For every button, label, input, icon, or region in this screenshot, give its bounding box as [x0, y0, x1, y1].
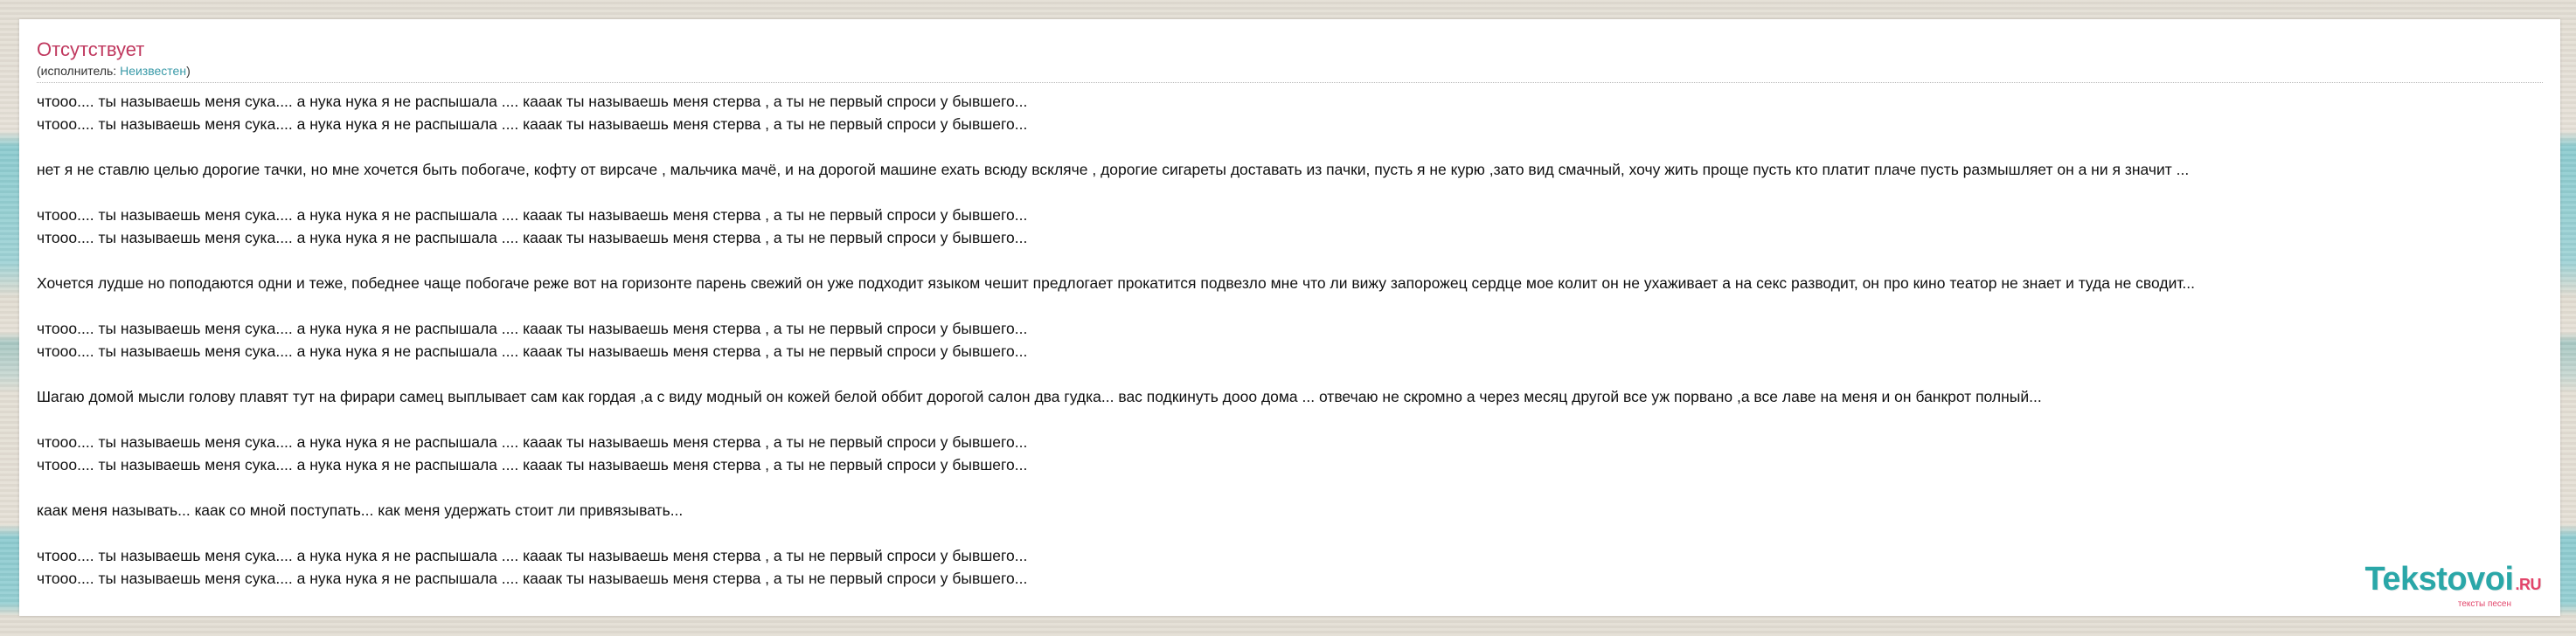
stanza-gap [37, 135, 2543, 158]
lyric-line: чтооо.... ты называешь меня сука.... а н… [37, 229, 1028, 246]
logo-tld: .RU [2515, 576, 2542, 593]
lyrics-panel: Отсутствует (исполнитель: Неизвестен) чт… [19, 19, 2560, 616]
stanza-gap [37, 476, 2543, 499]
performer-link[interactable]: Неизвестен [120, 64, 186, 78]
stanza-gap [37, 408, 2543, 431]
performer-prefix: (исполнитель: [37, 64, 121, 78]
title-divider [37, 82, 2543, 83]
stanza-gap [37, 363, 2543, 385]
lyric-line: чтооо.... ты называешь меня сука.... а н… [37, 547, 1028, 564]
performer-suffix: ) [186, 64, 191, 78]
lyric-line: чтооо.... ты называешь меня сука.... а н… [37, 570, 1028, 587]
lyric-line: каак меня называть... кaак со мной посту… [37, 501, 684, 519]
lyric-line: Хочется лудше но поподаются одни и теже,… [37, 274, 2196, 292]
lyric-line: Шагаю домой мысли голову плавят тут на ф… [37, 388, 2042, 405]
page-background: { "song": { "title": "Отсутствует", "per… [0, 0, 2576, 636]
lyric-line: чтооо.... ты называешь меня сука.... а н… [37, 206, 1028, 224]
stanza-gap [37, 294, 2543, 317]
performer-line: (исполнитель: Неизвестен) [37, 63, 2543, 79]
site-logo[interactable]: Tekstovoi .RU тексты песен [2364, 562, 2541, 609]
stanza-gap [37, 181, 2543, 204]
lyric-line: чтооо.... ты называешь меня сука.... а н… [37, 320, 1028, 337]
lyric-line: чтооо.... ты называешь меня сука.... а н… [37, 93, 1028, 110]
lyric-line: нет я не ставлю целью дорогие тачки, но … [37, 161, 2190, 178]
stanza-gap [37, 522, 2543, 544]
lyric-line: чтооо.... ты называешь меня сука.... а н… [37, 115, 1028, 133]
lyric-line: чтооо.... ты называешь меня сука.... а н… [37, 456, 1028, 474]
lyrics-text: чтооо.... ты называешь меня сука.... а н… [37, 90, 2543, 590]
stanza-gap [37, 249, 2543, 272]
lyric-line: чтооо.... ты называешь меня сука.... а н… [37, 433, 1028, 451]
lyric-line: чтооо.... ты называешь меня сука.... а н… [37, 342, 1028, 360]
logo-name: Tekstovoi [2364, 561, 2514, 598]
song-title: Отсутствует [37, 38, 145, 60]
